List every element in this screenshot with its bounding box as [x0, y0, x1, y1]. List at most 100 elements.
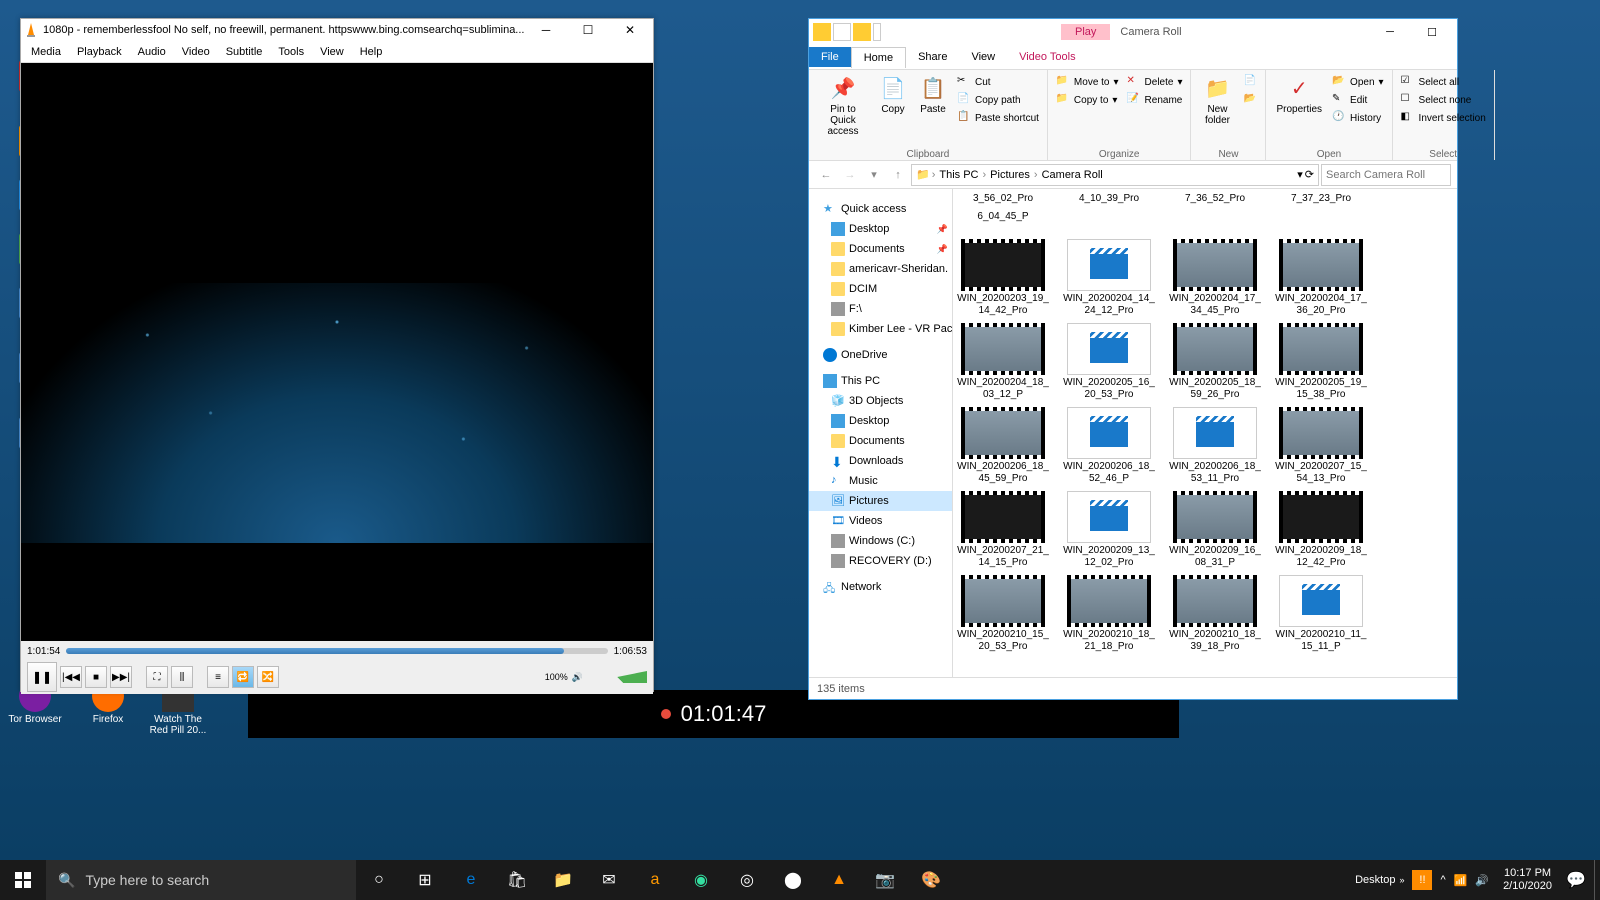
file-item[interactable]: WIN_20200207_21_14_15_Pro	[957, 491, 1049, 569]
toolbar-desktop[interactable]: Desktop	[1351, 874, 1399, 886]
seek-bar[interactable]	[66, 648, 607, 654]
addr-dropdown-icon[interactable]: ▾	[1297, 168, 1303, 181]
move-to-button[interactable]: 📁Move to ▾	[1054, 74, 1121, 90]
explorer-window[interactable]: Play Camera Roll ─ ☐ File Home Share Vie…	[808, 18, 1458, 700]
pin-quick-access-button[interactable]: 📌Pin to Quick access	[813, 72, 873, 158]
file-item[interactable]: WIN_20200204_17_34_45_Pro	[1169, 239, 1261, 317]
up-button[interactable]: ↑	[887, 164, 909, 186]
file-item[interactable]: 4_10_39_Pro	[1063, 193, 1155, 205]
file-item[interactable]: WIN_20200209_16_08_31_P	[1169, 491, 1261, 569]
menu-subtitle[interactable]: Subtitle	[218, 44, 271, 60]
nav-dcim[interactable]: DCIM	[809, 279, 952, 299]
extended-settings-button[interactable]: ⫼	[171, 666, 193, 688]
rename-button[interactable]: 📝Rename	[1125, 92, 1185, 108]
back-button[interactable]: ←	[815, 164, 837, 186]
pause-button[interactable]: ❚❚	[27, 662, 57, 692]
task-view-button[interactable]: ⊞	[402, 860, 448, 900]
crumb-pictures[interactable]: Pictures	[988, 169, 1032, 181]
qat-icon[interactable]	[833, 23, 851, 41]
ribbon-tab-file[interactable]: File	[809, 47, 851, 67]
ribbon-tab-view[interactable]: View	[959, 47, 1007, 67]
taskbar-clock[interactable]: 10:17 PM 2/10/2020	[1497, 867, 1558, 893]
nav-ddrive[interactable]: RECOVERY (D:)	[809, 551, 952, 571]
delete-button[interactable]: ✕Delete ▾	[1125, 74, 1185, 90]
qat-dropdown-icon[interactable]	[873, 23, 881, 41]
history-button[interactable]: 🕐History	[1330, 110, 1386, 126]
file-list[interactable]: 3_56_02_Pro4_10_39_Pro7_36_52_Pro7_37_23…	[953, 189, 1457, 677]
taskbar[interactable]: 🔍 Type here to search ○ ⊞ e 🛍 📁 ✉ a ◉ ◎ …	[0, 860, 1600, 900]
paste-shortcut-button[interactable]: 📋Paste shortcut	[955, 110, 1041, 126]
time-total[interactable]: 1:06:53	[614, 646, 647, 657]
minimize-button[interactable]: ─	[525, 19, 567, 41]
nav-videos[interactable]: 🎞Videos	[809, 511, 952, 531]
cut-button[interactable]: ✂Cut	[955, 74, 1041, 90]
vlc-video-area[interactable]	[21, 63, 653, 641]
file-item[interactable]: WIN_20200204_14_24_12_Pro	[1063, 239, 1155, 317]
nav-desktop[interactable]: Desktop📌	[809, 219, 952, 239]
minimize-button[interactable]: ─	[1369, 19, 1411, 45]
file-item[interactable]: 6_04_45_P	[957, 211, 1049, 223]
cortana-button[interactable]: ○	[356, 860, 402, 900]
taskbar-vlc[interactable]: ▲	[816, 860, 862, 900]
select-none-button[interactable]: ☐Select none	[1399, 92, 1488, 108]
start-button[interactable]	[0, 860, 46, 900]
maximize-button[interactable]: ☐	[567, 19, 609, 41]
open-button[interactable]: 📂Open ▾	[1330, 74, 1386, 90]
nav-quick-access[interactable]: ★Quick access	[809, 199, 952, 219]
crumb-camera-roll[interactable]: Camera Roll	[1040, 169, 1105, 181]
nav-documents2[interactable]: Documents	[809, 431, 952, 451]
copy-button[interactable]: 📄Copy	[873, 72, 913, 158]
ribbon-tab-share[interactable]: Share	[906, 47, 959, 67]
nav-americavr[interactable]: americavr-Sheridan.	[809, 259, 952, 279]
invert-selection-button[interactable]: ◧Invert selection	[1399, 110, 1488, 126]
nav-cdrive[interactable]: Windows (C:)	[809, 531, 952, 551]
vlc-titlebar[interactable]: 1080p - rememberlessfool No self, no fre…	[21, 19, 653, 41]
playlist-button[interactable]: ≡	[207, 666, 229, 688]
explorer-titlebar[interactable]: Play Camera Roll ─ ☐	[809, 19, 1457, 45]
nav-downloads[interactable]: ⬇Downloads	[809, 451, 952, 471]
paste-button[interactable]: 📋Paste	[913, 72, 953, 158]
tray-volume-icon[interactable]: 🔊	[1475, 874, 1489, 887]
crumb-this-pc[interactable]: This PC	[937, 169, 980, 181]
taskbar-app[interactable]: ◎	[724, 860, 770, 900]
file-item[interactable]: WIN_20200210_18_39_18_Pro	[1169, 575, 1261, 653]
new-item-button[interactable]: 📄	[1241, 74, 1259, 90]
menu-help[interactable]: Help	[352, 44, 391, 60]
tray-app-icon[interactable]: !!	[1412, 870, 1432, 890]
mute-icon[interactable]: 🔊	[572, 672, 583, 683]
action-center-button[interactable]: 💬	[1558, 860, 1594, 900]
select-all-button[interactable]: ☑Select all	[1399, 74, 1488, 90]
file-item[interactable]: WIN_20200209_13_12_02_Pro	[1063, 491, 1155, 569]
file-item[interactable]: WIN_20200206_18_52_46_P	[1063, 407, 1155, 485]
file-item[interactable]: WIN_20200204_18_03_12_P	[957, 323, 1049, 401]
volume-slider[interactable]	[587, 671, 647, 683]
menu-audio[interactable]: Audio	[130, 44, 174, 60]
edit-button[interactable]: ✎Edit	[1330, 92, 1386, 108]
taskbar-explorer[interactable]: 📁	[540, 860, 586, 900]
taskbar-paint[interactable]: 🎨	[908, 860, 954, 900]
ribbon-tab-video-tools[interactable]: Video Tools	[1007, 47, 1087, 67]
search-input[interactable]	[1321, 164, 1451, 186]
menu-view[interactable]: View	[312, 44, 352, 60]
shuffle-button[interactable]: 🔀	[257, 666, 279, 688]
nav-3d-objects[interactable]: 🧊3D Objects	[809, 391, 952, 411]
folder-icon[interactable]	[813, 23, 831, 41]
file-item[interactable]: WIN_20200210_15_20_53_Pro	[957, 575, 1049, 653]
nav-onedrive[interactable]: OneDrive	[809, 345, 952, 365]
taskbar-camera[interactable]: 📷	[862, 860, 908, 900]
forward-button[interactable]: →	[839, 164, 861, 186]
taskbar-amazon[interactable]: a	[632, 860, 678, 900]
tray-chevron-icon[interactable]: ^	[1440, 874, 1445, 886]
nav-desktop2[interactable]: Desktop	[809, 411, 952, 431]
loop-button[interactable]: 🔁	[232, 666, 254, 688]
previous-button[interactable]: |◀◀	[60, 666, 82, 688]
navigation-pane[interactable]: ★Quick access Desktop📌 Documents📌 americ…	[809, 189, 953, 677]
folder-icon[interactable]	[853, 23, 871, 41]
new-folder-button[interactable]: 📁New folder	[1195, 72, 1239, 158]
taskbar-tripadvisor[interactable]: ◉	[678, 860, 724, 900]
menu-playback[interactable]: Playback	[69, 44, 130, 60]
show-desktop-button[interactable]	[1594, 860, 1600, 900]
file-item[interactable]: WIN_20200209_18_12_42_Pro	[1275, 491, 1367, 569]
file-item[interactable]: 7_37_23_Pro	[1275, 193, 1367, 205]
close-button[interactable]: ✕	[609, 19, 651, 41]
